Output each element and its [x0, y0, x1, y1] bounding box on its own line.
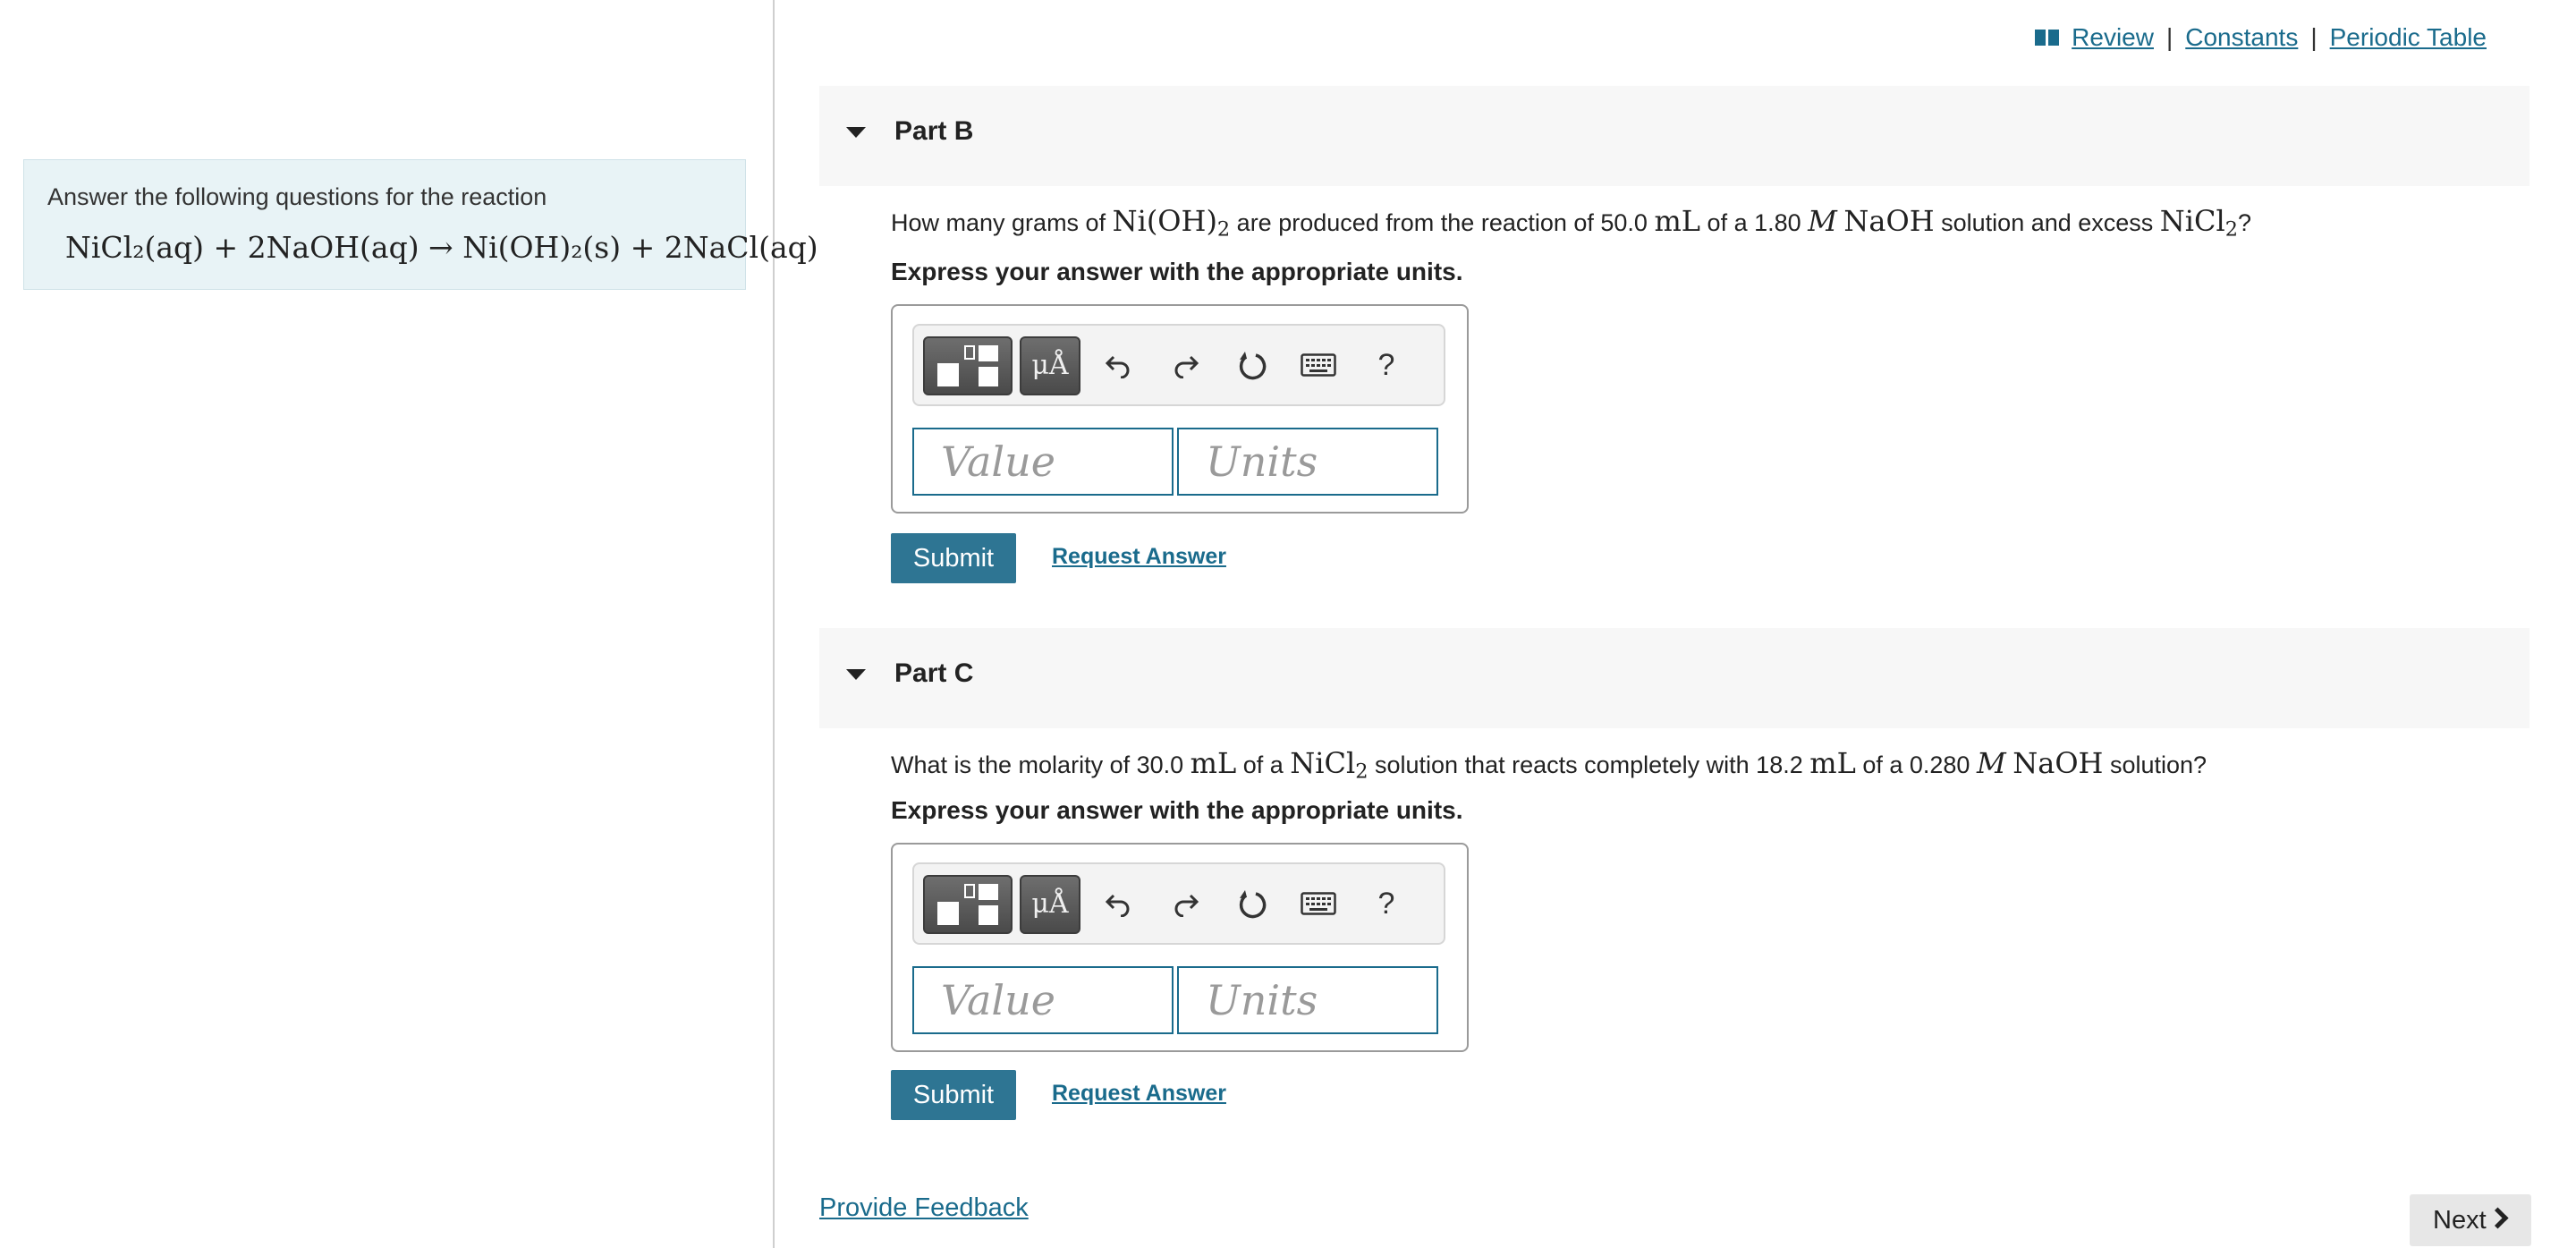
units-input[interactable]	[1177, 428, 1438, 496]
part-c-answer-box: μÅ ?	[891, 843, 1469, 1052]
question-math-text: NiCl	[1290, 746, 1356, 780]
question-math-text: Ni(OH)	[1112, 204, 1217, 238]
constants-link[interactable]: Constants	[2185, 23, 2298, 52]
subscript: 2	[2224, 217, 2238, 242]
book-icon	[2035, 30, 2060, 46]
part-c-question: What is the molarity of 30.0 mL of a NiC…	[891, 746, 2207, 782]
value-input[interactable]	[912, 966, 1174, 1034]
question-math: mL	[1809, 746, 1856, 780]
help-button[interactable]: ?	[1361, 338, 1411, 392]
question-text: are produced from the reaction of 50.0	[1230, 209, 1655, 236]
question-text: solution?	[2103, 751, 2207, 778]
question-text: solution and excess	[1934, 209, 2160, 236]
question-text: solution that reacts completely with 18.…	[1368, 751, 1810, 778]
intro-box: Answer the following questions for the r…	[23, 159, 818, 290]
part-c-header[interactable]: Part C	[819, 628, 2529, 728]
redo-icon[interactable]	[1161, 877, 1211, 930]
question-math: mL	[1654, 204, 1701, 238]
part-b-request-answer-link[interactable]: Request Answer	[1052, 544, 1226, 570]
subscript: 2	[1216, 217, 1231, 242]
provide-feedback-link[interactable]: Provide Feedback	[819, 1193, 1029, 1223]
reset-icon[interactable]	[1227, 877, 1277, 930]
next-label: Next	[2433, 1206, 2487, 1235]
undo-icon[interactable]	[1093, 877, 1143, 930]
next-button[interactable]: Next	[2410, 1194, 2531, 1246]
question-math: M	[1976, 746, 2006, 780]
templates-button[interactable]	[923, 875, 1013, 934]
question-math: NaOH	[1843, 204, 1935, 238]
question-text: How many grams of	[891, 209, 1113, 236]
chevron-right-icon	[2487, 1207, 2509, 1229]
templates-button[interactable]	[923, 336, 1013, 395]
left-pane: Answer the following questions for the r…	[0, 0, 818, 1248]
question-math: NiCl2	[1290, 746, 1368, 782]
undo-icon[interactable]	[1093, 338, 1143, 392]
part-c-instruction: Express your answer with the appropriate…	[891, 796, 1463, 824]
question-math: NiCl2	[2159, 204, 2238, 240]
question-text: of a	[1236, 751, 1291, 778]
periodic-table-link[interactable]: Periodic Table	[2330, 23, 2487, 52]
part-b-question: How many grams of Ni(OH)2 are produced f…	[891, 204, 2252, 240]
question-math-text: NiCl	[2159, 204, 2225, 238]
part-c-request-answer-link[interactable]: Request Answer	[1052, 1081, 1226, 1107]
part-b-title: Part B	[894, 116, 974, 146]
keyboard-icon[interactable]	[1293, 338, 1343, 392]
collapse-caret-icon[interactable]	[846, 669, 866, 680]
units-input[interactable]	[1177, 966, 1438, 1034]
symbols-button[interactable]: μÅ	[1020, 875, 1080, 934]
question-math: Ni(OH)2	[1112, 204, 1231, 240]
part-c-submit-button[interactable]: Submit	[891, 1070, 1016, 1120]
help-button[interactable]: ?	[1361, 877, 1411, 930]
link-separator: |	[2310, 23, 2318, 51]
math-toolbar: μÅ ?	[912, 324, 1445, 406]
top-links: Review | Constants | Periodic Table	[2035, 23, 2487, 52]
subscript: 2	[1355, 760, 1368, 784]
math-toolbar: μÅ ?	[912, 862, 1445, 945]
part-b-answer-box: μÅ ?	[891, 304, 1469, 514]
part-b-submit-button[interactable]: Submit	[891, 533, 1016, 583]
reaction-equation: NiCl₂(aq) + 2NaOH(aq) → Ni(OH)₂(s) + 2Na…	[65, 230, 818, 265]
part-b-instruction: Express your answer with the appropriate…	[891, 258, 1463, 285]
symbols-button[interactable]: μÅ	[1020, 336, 1080, 395]
part-b-header[interactable]: Part B	[819, 86, 2529, 186]
question-math: M	[1808, 204, 1837, 238]
review-link[interactable]: Review	[2072, 23, 2154, 52]
link-separator: |	[2165, 23, 2174, 51]
reset-icon[interactable]	[1227, 338, 1277, 392]
part-c-title: Part C	[894, 658, 974, 688]
question-math: NaOH	[2012, 746, 2104, 780]
keyboard-icon[interactable]	[1293, 877, 1343, 930]
question-text: ?	[2238, 209, 2252, 236]
question-text: of a 1.80	[1700, 209, 1809, 236]
redo-icon[interactable]	[1161, 338, 1211, 392]
question-text: of a 0.280	[1855, 751, 1977, 778]
question-text: What is the molarity of 30.0	[891, 751, 1191, 778]
value-input[interactable]	[912, 428, 1174, 496]
intro-text: Answer the following questions for the r…	[47, 183, 547, 210]
question-math: mL	[1190, 746, 1237, 780]
collapse-caret-icon[interactable]	[846, 127, 866, 138]
